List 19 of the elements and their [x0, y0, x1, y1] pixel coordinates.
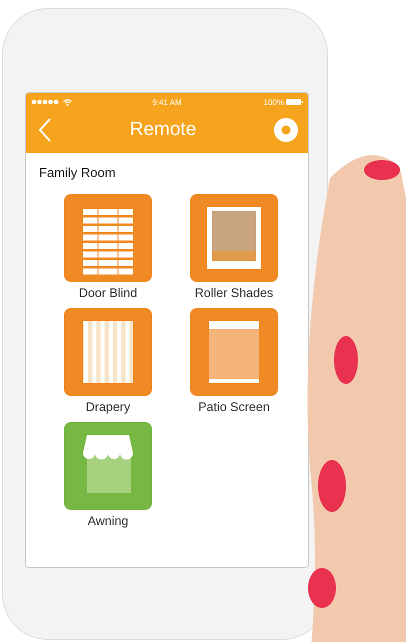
drapery-tile[interactable]	[64, 308, 152, 396]
screen-tile[interactable]	[190, 308, 278, 396]
awning-tile[interactable]	[64, 422, 152, 510]
wifi-icon	[63, 98, 72, 106]
roller-tile[interactable]	[190, 194, 278, 282]
battery-icon	[286, 99, 303, 105]
status-time: 9:41 AM	[152, 98, 182, 106]
screen-title: Remote	[130, 119, 196, 141]
disc-icon[interactable]	[274, 118, 298, 142]
blind-tile[interactable]	[64, 194, 152, 282]
back-icon[interactable]	[38, 118, 52, 142]
device-label: Patio Screen	[198, 400, 270, 414]
room-title: Family Room	[39, 165, 117, 180]
battery-percent: 100%	[264, 98, 284, 106]
device-label: Door Blind	[78, 286, 138, 300]
device-label: Drapery	[86, 400, 130, 414]
device-label: Awning	[88, 514, 128, 528]
device-label: Roller Shades	[194, 286, 274, 300]
signal-icon	[31, 99, 61, 105]
